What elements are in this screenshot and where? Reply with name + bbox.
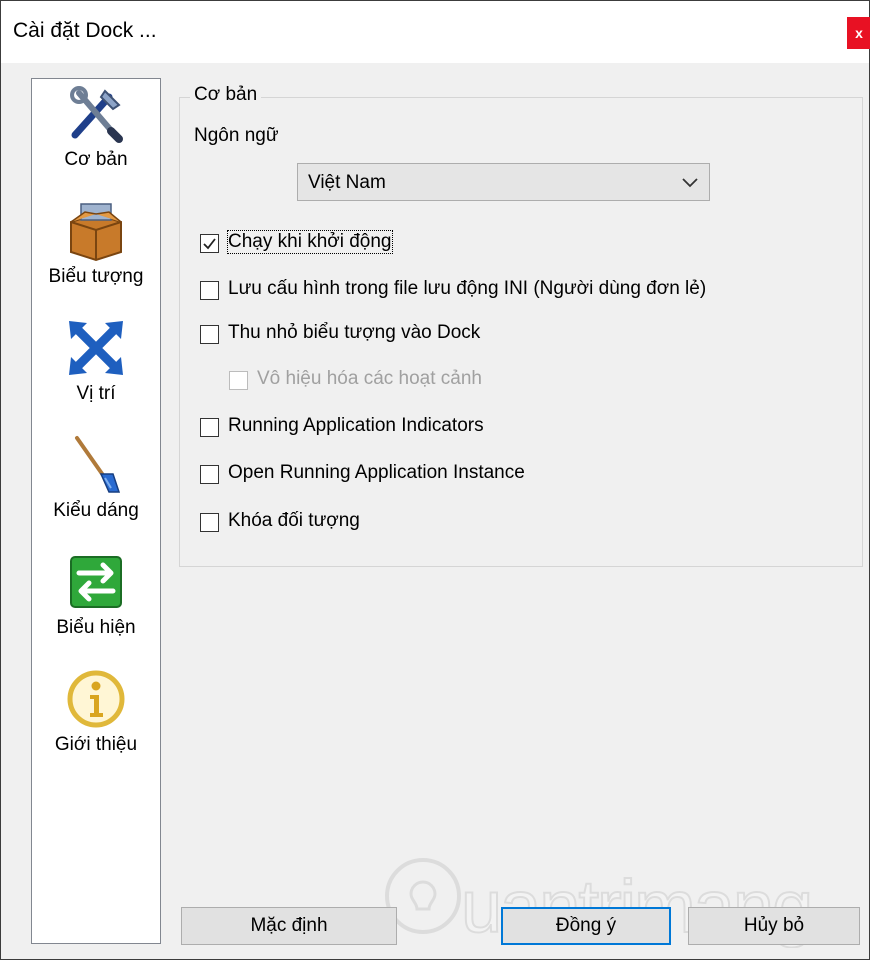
position-arrows-icon (69, 321, 123, 375)
brush-icon (75, 436, 121, 493)
info-icon (67, 670, 125, 728)
sidebar: Cơ bản Biểu tượng Vị trí Kiểu dáng Biểu … (31, 78, 161, 944)
sidebar-item-style[interactable]: Kiểu dáng (32, 430, 160, 547)
checkbox-running-indicators[interactable] (200, 418, 219, 437)
option-label: Khóa đối tượng (228, 510, 360, 531)
behavior-arrows-icon (70, 556, 122, 608)
option-label: Thu nhỏ biểu tượng vào Dock (228, 322, 481, 343)
checkbox-portable-ini[interactable] (200, 281, 219, 300)
window-title: Cài đặt Dock ... (13, 19, 157, 42)
sidebar-item-label: Kiểu dáng (53, 500, 139, 521)
language-label: Ngôn ngữ (194, 125, 279, 146)
language-select[interactable]: Việt Nam (297, 163, 710, 201)
checkbox-open-running-instance[interactable] (200, 465, 219, 484)
checkmark-icon (203, 238, 216, 250)
option-label: Lưu cấu hình trong file lưu động INI (Ng… (228, 278, 707, 299)
checkbox-minimize-to-dock[interactable] (200, 325, 219, 344)
sidebar-item-label: Giới thiệu (54, 734, 138, 755)
tools-icon (70, 86, 123, 143)
ok-button[interactable]: Đồng ý (501, 907, 671, 945)
sidebar-item-label: Biểu hiện (56, 617, 136, 638)
checkbox-run-at-startup[interactable] (200, 234, 219, 253)
sidebar-item-label: Vị trí (76, 383, 116, 404)
sidebar-item-about[interactable]: Giới thiệu (32, 664, 160, 781)
default-button[interactable]: Mặc định (181, 907, 397, 945)
sidebar-item-behavior[interactable]: Biểu hiện (32, 547, 160, 664)
close-button[interactable]: x (847, 17, 870, 49)
language-select-value: Việt Nam (308, 172, 386, 193)
checkbox-lock-objects[interactable] (200, 513, 219, 532)
sidebar-item-basic[interactable]: Cơ bản (32, 79, 160, 196)
checkbox-disable-animations (229, 371, 248, 390)
option-label: Vô hiệu hóa các hoạt cảnh (257, 368, 483, 389)
sidebar-item-label: Cơ bản (64, 149, 128, 170)
option-label: Chạy khi khởi động (227, 230, 393, 254)
sidebar-item-position[interactable]: Vị trí (32, 313, 160, 430)
option-label: Running Application Indicators (228, 415, 484, 436)
group-title: Cơ bản (190, 84, 262, 106)
sidebar-item-icons[interactable]: Biểu tượng (32, 196, 160, 313)
box-icon (70, 203, 122, 262)
sidebar-item-label: Biểu tượng (48, 266, 144, 287)
dock-settings-window: Cài đặt Dock ... x Cơ bản Biểu tượng Vị … (0, 0, 870, 960)
option-label: Open Running Application Instance (228, 462, 525, 483)
title-bar[interactable]: Cài đặt Dock ... x (1, 1, 870, 63)
cancel-button[interactable]: Hủy bỏ (688, 907, 860, 945)
chevron-down-icon (682, 178, 698, 188)
